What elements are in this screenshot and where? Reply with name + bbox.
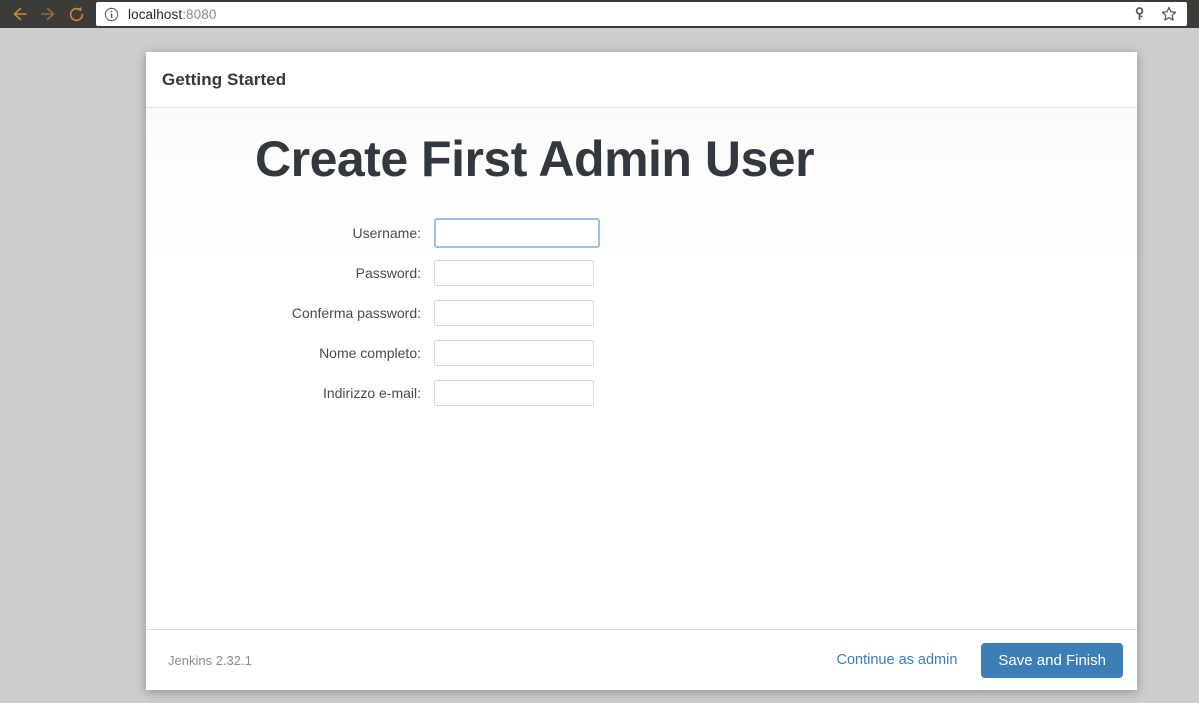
forward-button[interactable] [34,0,62,28]
address-bar-text: localhost:8080 [128,7,216,22]
reload-icon [67,5,86,24]
browser-toolbar: localhost:8080 [0,0,1199,28]
username-input[interactable] [434,218,600,248]
form-row-email: Indirizzo e-mail: [146,376,706,410]
back-button[interactable] [6,0,34,28]
form-row-confirm-password: Conferma password: [146,296,706,330]
address-bar[interactable]: localhost:8080 [96,2,1187,26]
password-label: Password: [355,265,421,281]
password-input[interactable] [434,260,594,286]
reload-button[interactable] [62,0,90,28]
confirm-password-input[interactable] [434,300,594,326]
url-port: :8080 [182,6,217,22]
username-label: Username: [352,225,421,241]
address-bar-actions [1132,6,1179,22]
card-header: Getting Started [146,52,1137,108]
card-body: Create First Admin User Username: Passwo… [146,108,1137,629]
card-footer: Jenkins 2.32.1 Continue as admin Save an… [146,629,1137,690]
form-row-username: Username: [146,216,706,250]
admin-user-form: Username: Password: Conferma password: N… [146,216,706,416]
arrow-right-icon [39,5,57,23]
jenkins-version-label: Jenkins 2.32.1 [168,652,252,668]
save-and-finish-button[interactable]: Save and Finish [981,642,1123,678]
star-icon[interactable] [1161,6,1177,22]
page-viewport: Getting Started Create First Admin User … [0,28,1199,703]
confirm-password-label: Conferma password: [291,305,421,321]
key-icon[interactable] [1132,6,1147,22]
arrow-left-icon [11,5,29,23]
browser-nav-buttons [0,0,90,28]
email-input[interactable] [434,380,594,406]
setup-wizard-card: Getting Started Create First Admin User … [146,52,1137,690]
fullname-label: Nome completo: [319,345,421,361]
form-row-password: Password: [146,256,706,290]
form-row-fullname: Nome completo: [146,336,706,370]
main-heading: Create First Admin User [255,131,815,187]
fullname-input[interactable] [434,340,594,366]
continue-as-admin-link[interactable]: Continue as admin [837,652,958,668]
url-host: localhost [128,6,183,22]
page-title: Getting Started [162,69,287,89]
email-label: Indirizzo e-mail: [322,385,421,401]
info-circle-icon[interactable] [104,7,119,22]
